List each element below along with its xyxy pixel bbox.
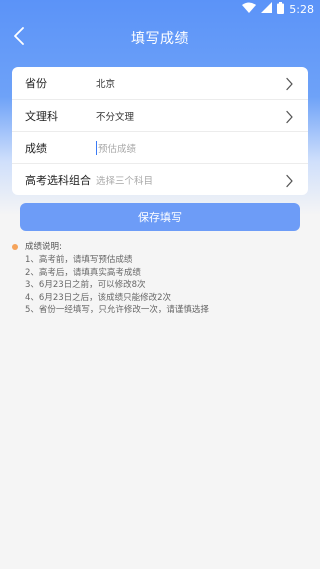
notes-title-text: 成绩说明: <box>25 242 62 252</box>
note-item: 3、6月23日之前，可以修改8次 <box>25 280 146 290</box>
province-value: 北京 <box>96 79 116 90</box>
signal-icon <box>261 2 273 16</box>
chevron-right-icon <box>285 76 294 91</box>
note-item: 1、高考前，请填写预估成绩 <box>25 255 133 265</box>
note-item: 2、高考后，请填真实高考成绩 <box>25 267 141 278</box>
save-button[interactable]: 保存填写 <box>20 203 300 231</box>
score-form-card: 省份 北京 文理科 不分文理 成绩 预估成绩 高考选科组合 选择三个科目 <box>12 67 308 195</box>
notes-title: 成绩说明: <box>12 241 308 254</box>
score-label: 成绩 <box>25 141 47 155</box>
chevron-right-icon <box>285 173 294 188</box>
score-notes: 成绩说明: 1、高考前，请填写预估成绩 2、高考后，请填真实高考成绩 3、6月2… <box>12 241 308 317</box>
battery-icon <box>277 1 285 17</box>
nav-bar: 填写成绩 <box>0 18 320 58</box>
chevron-right-icon <box>285 109 294 124</box>
subject-type-value: 不分文理 <box>96 111 135 123</box>
status-time: 5:28 <box>289 2 314 16</box>
subject-type-row[interactable]: 文理科 不分文理 <box>12 99 308 131</box>
note-item: 4、6月23日之后，该成绩只能修改2次 <box>25 292 172 303</box>
status-bar: 5:28 <box>0 0 320 18</box>
wifi-icon <box>242 2 257 16</box>
score-input[interactable]: 预估成绩 <box>96 140 136 155</box>
bullet-dot-icon <box>12 244 18 250</box>
province-row[interactable]: 省份 北京 <box>12 67 308 99</box>
subject-combo-label: 高考选科组合 <box>25 173 91 187</box>
page-title: 填写成绩 <box>131 31 189 47</box>
note-item: 5、省份一经填写，只允许修改一次，请谨慎选择 <box>25 305 209 315</box>
subject-combo-row[interactable]: 高考选科组合 选择三个科目 <box>12 163 308 195</box>
subject-combo-placeholder: 选择三个科目 <box>96 175 154 187</box>
subject-type-label: 文理科 <box>25 109 58 123</box>
province-label: 省份 <box>25 77 47 90</box>
score-row: 成绩 预估成绩 <box>12 131 308 163</box>
